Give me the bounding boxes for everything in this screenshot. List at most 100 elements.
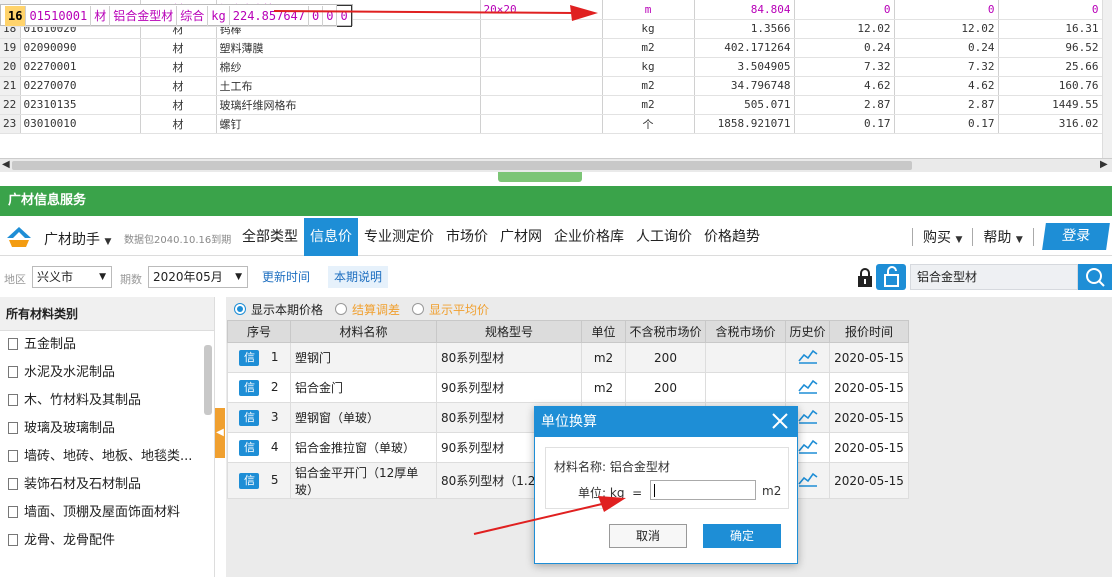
grid-cell-spec[interactable]: 综合: [176, 5, 209, 27]
column-header[interactable]: 序号: [227, 320, 291, 343]
scroll-left-icon[interactable]: ◀: [2, 159, 10, 170]
grid-cell-p1[interactable]: 0.17: [794, 114, 895, 134]
sidebar-item[interactable]: 水泥及水泥制品: [0, 359, 214, 387]
cell-name[interactable]: 塑钢门: [290, 342, 437, 373]
grid-cell-qty[interactable]: 1.3566: [694, 19, 795, 39]
search-input[interactable]: 铝合金型材: [910, 264, 1078, 290]
period-note-button[interactable]: 本期说明: [328, 266, 389, 288]
table-row[interactable]: 信 2 铝合金门 90系列型材 m2 200 2020-05-15: [227, 372, 909, 403]
scroll-right-icon[interactable]: ▶: [1100, 159, 1108, 170]
sidebar-item[interactable]: 玻璃及玻璃制品: [0, 415, 214, 443]
grid-cell-unit[interactable]: kg: [207, 5, 230, 27]
tab-3[interactable]: 市场价: [440, 218, 494, 256]
cell-name[interactable]: 铝合金门: [290, 372, 437, 403]
grid-cell-p2[interactable]: 4.62: [894, 76, 999, 96]
cancel-button[interactable]: 取消: [609, 524, 687, 548]
history-chart-icon[interactable]: [797, 438, 818, 454]
column-header[interactable]: 含税市场价: [705, 320, 786, 343]
lock-icon[interactable]: [856, 268, 874, 288]
grid-cell-p3[interactable]: 0: [998, 0, 1103, 20]
grid-cell-n[interactable]: 21: [0, 76, 21, 96]
grid-cell-type[interactable]: 材: [140, 38, 217, 58]
grid-cell-spec[interactable]: [480, 76, 603, 96]
grid-cell-code[interactable]: 01510001: [25, 5, 92, 27]
grid-cell-p3[interactable]: 16.31: [998, 19, 1103, 39]
grid-row[interactable]: 20 02270001 材棉纱 kg 3.504905 7.32 7.32 25.66: [0, 57, 1103, 77]
ok-button[interactable]: 确定: [703, 524, 781, 548]
grid-row[interactable]: 19 02090090 材塑料薄膜 m2 402.171264 0.24 0.24 96.52: [0, 38, 1103, 58]
grid-cell-n[interactable]: 22: [0, 95, 21, 115]
grid-cell-unit[interactable]: m2: [602, 38, 695, 58]
grid-cell-p3[interactable]: 160.76: [998, 76, 1103, 96]
grid-cell-p3[interactable]: 1449.55: [998, 95, 1103, 115]
grid-cell-qty[interactable]: 505.071: [694, 95, 795, 115]
column-header[interactable]: 材料名称: [290, 320, 437, 343]
radio-settle-adjust[interactable]: 结算调差: [335, 301, 400, 318]
cell-date[interactable]: 2020-05-15: [829, 372, 909, 403]
period-select[interactable]: 2020年05月 ▼: [148, 266, 248, 288]
history-chart-icon[interactable]: [797, 408, 818, 424]
cell-date[interactable]: 2020-05-15: [829, 342, 909, 373]
grid-cell-p2[interactable]: 2.87: [894, 95, 999, 115]
tab-1[interactable]: 信息价: [304, 218, 358, 256]
table-row[interactable]: 信 1 塑钢门 80系列型材 m2 200 2020-05-15: [227, 342, 909, 373]
grid-cell-unit[interactable]: kg: [602, 57, 695, 77]
cell-unit[interactable]: m2: [581, 372, 626, 403]
grid-cell-p2[interactable]: 0.17: [894, 114, 999, 134]
column-header[interactable]: 规格型号: [436, 320, 582, 343]
grid-cell-spec[interactable]: [480, 57, 603, 77]
help-menu[interactable]: 帮助 ▼: [979, 227, 1026, 247]
grid-cell-p3[interactable]: 96.52: [998, 38, 1103, 58]
tab-6[interactable]: 人工询价: [630, 218, 698, 256]
history-chart-icon[interactable]: [797, 471, 818, 487]
grid-cell-type[interactable]: 材: [140, 57, 217, 77]
grid-cell-type[interactable]: 材: [90, 5, 111, 27]
cell-date[interactable]: 2020-05-15: [829, 402, 909, 433]
grid-horizontal-scrollbar[interactable]: ◀ ▶: [0, 158, 1112, 172]
grid-cell-qty[interactable]: 84.804: [694, 0, 795, 20]
cell-date[interactable]: 2020-05-15: [829, 462, 909, 499]
column-header[interactable]: 历史价: [785, 320, 830, 343]
grid-cell-spec[interactable]: 20×20: [480, 0, 603, 20]
grid-cell-n[interactable]: 23: [0, 114, 21, 134]
grid-cell-p1[interactable]: 7.32: [794, 57, 895, 77]
cell-price[interactable]: 200: [625, 372, 706, 403]
cell-history[interactable]: [785, 342, 830, 373]
info-tag[interactable]: 信: [239, 439, 260, 456]
cell-spec[interactable]: 90系列型材: [436, 372, 582, 403]
radio-show-current[interactable]: 显示本期价格: [234, 301, 323, 318]
cell-tax-price[interactable]: [705, 372, 786, 403]
grid-cell-p1[interactable]: 2.87: [794, 95, 895, 115]
sidebar-item[interactable]: 装饰石材及石材制品: [0, 471, 214, 499]
grid-cell-p3[interactable]: 0: [336, 5, 352, 27]
grid-cell-p2[interactable]: 0: [322, 5, 338, 27]
sidebar-item[interactable]: 龙骨、龙骨配件: [0, 527, 214, 555]
grid-cell-code[interactable]: 02090090: [20, 38, 141, 58]
grid-row[interactable]: 23 03010010 材螺钉个 1858.921071 0.17 0.17 316.02: [0, 114, 1103, 134]
history-chart-icon[interactable]: [797, 348, 818, 364]
grid-cell-p2[interactable]: 0.24: [894, 38, 999, 58]
brand-dropdown-icon[interactable]: ▼: [104, 237, 111, 247]
grid-cell-p2[interactable]: 7.32: [894, 57, 999, 77]
grid-cell-p3[interactable]: 316.02: [998, 114, 1103, 134]
grid-row[interactable]: 21 02270070 材土工布 m2 34.796748 4.62 4.62 160.76: [0, 76, 1103, 96]
scrollbar-thumb[interactable]: [12, 161, 912, 170]
grid-cell-spec[interactable]: [480, 19, 603, 39]
grid-cell-name[interactable]: 土工布: [216, 76, 481, 96]
grid-vertical-scrollbar[interactable]: [1102, 0, 1112, 158]
cell-name[interactable]: 铝合金推拉窗（单玻）: [290, 432, 437, 463]
grid-cell-code[interactable]: 02310135: [20, 95, 141, 115]
grid-cell-unit[interactable]: m2: [602, 95, 695, 115]
brand-name[interactable]: 广材助手 ▼: [44, 229, 111, 249]
grid-cell-type[interactable]: 材: [140, 114, 217, 134]
cell-spec[interactable]: 80系列型材: [436, 342, 582, 373]
sidebar-item[interactable]: 五金制品: [0, 331, 214, 359]
cell-history[interactable]: [785, 372, 830, 403]
cell-unit[interactable]: m2: [581, 342, 626, 373]
info-tag[interactable]: 信: [239, 472, 260, 489]
grid-cell-p1[interactable]: 0.24: [794, 38, 895, 58]
column-header[interactable]: 不含税市场价: [625, 320, 706, 343]
cell-date[interactable]: 2020-05-15: [829, 432, 909, 463]
grid-cell-qty[interactable]: 224.857647: [229, 5, 310, 27]
collapse-handle[interactable]: ◀: [215, 408, 225, 458]
